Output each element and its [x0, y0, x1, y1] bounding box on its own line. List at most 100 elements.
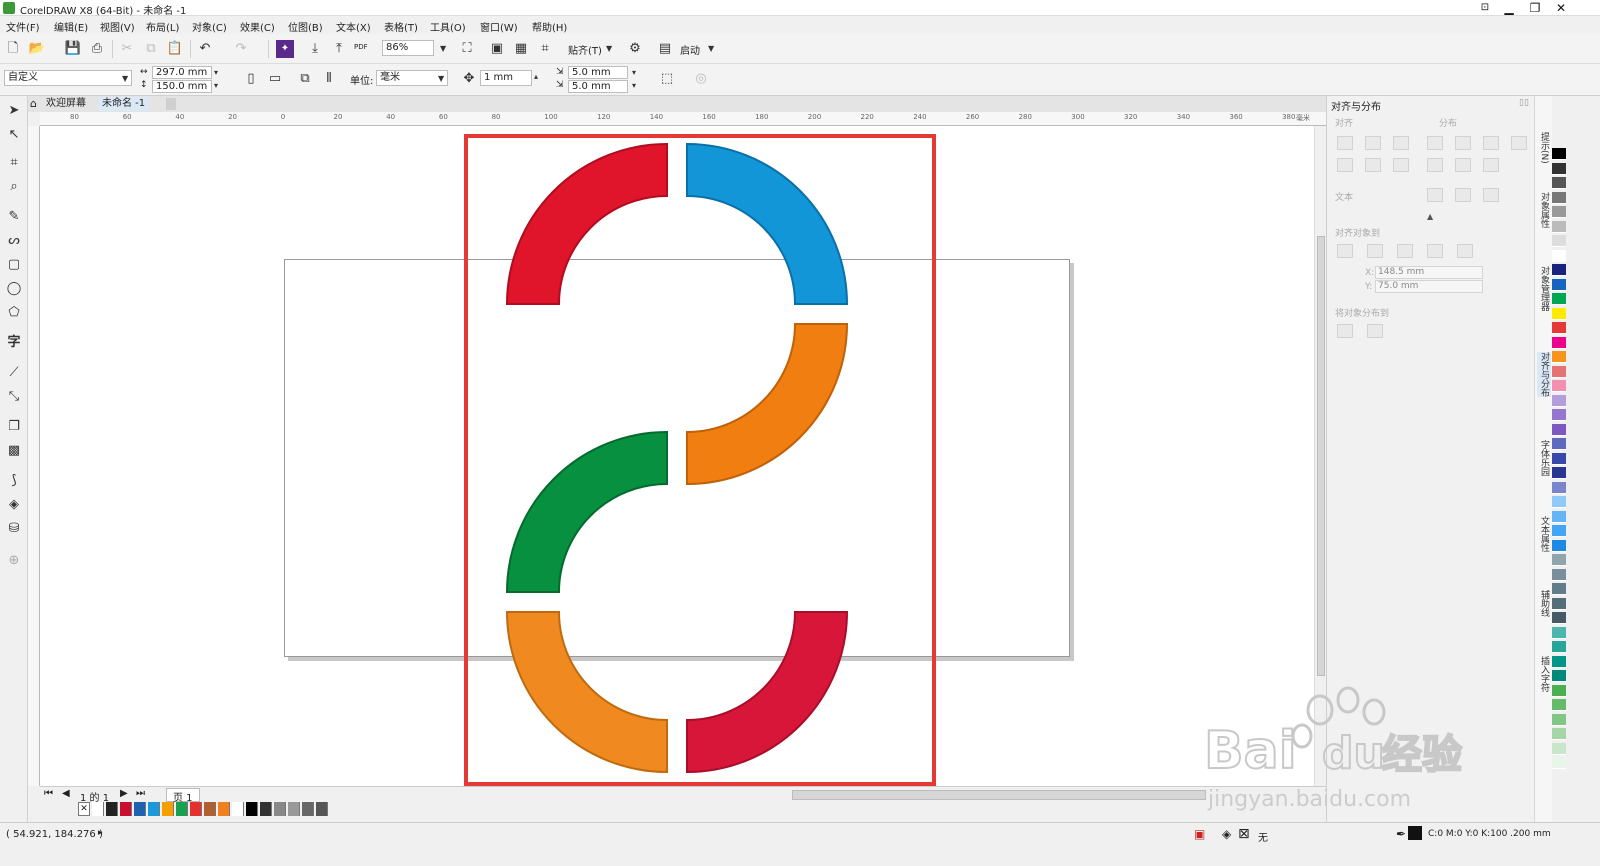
connector-tool-icon[interactable]: ⤡ — [5, 388, 23, 406]
menu-tools[interactable]: 工具(O) — [430, 19, 466, 34]
palette-swatch[interactable] — [1552, 612, 1566, 624]
color-proof-icon[interactable]: ▣ — [1194, 827, 1205, 841]
palette-swatch[interactable] — [1552, 655, 1566, 668]
interactive-fill-icon[interactable]: ◈ — [5, 496, 23, 514]
launch-icon[interactable]: ▤ — [656, 40, 674, 58]
palette-swatch[interactable] — [218, 802, 230, 816]
palette-swatch[interactable] — [1552, 699, 1566, 711]
guidelines-icon[interactable]: ⌗ — [536, 40, 554, 58]
drawing-canvas[interactable] — [40, 126, 1314, 786]
palette-swatch[interactable] — [1552, 322, 1566, 334]
distribute-right-icon[interactable] — [1483, 136, 1499, 150]
palette-swatch[interactable] — [1552, 742, 1566, 755]
shape-tool-icon[interactable]: ↖ — [5, 126, 23, 144]
text-tool-icon[interactable]: 字 — [5, 334, 23, 352]
chevron-right-icon[interactable]: ▸ — [98, 828, 103, 838]
palette-swatch[interactable] — [260, 802, 272, 816]
distribute-top-icon[interactable] — [1427, 158, 1443, 172]
chevron-down-icon[interactable]: ▼ — [440, 44, 446, 53]
chevron-down-icon[interactable]: ▾ — [632, 68, 636, 77]
chevron-down-icon[interactable]: ▾ — [214, 68, 218, 77]
ellipse-tool-icon[interactable]: ◯ — [5, 280, 23, 298]
outline-pen-icon[interactable]: ✒ — [1396, 827, 1406, 841]
pick-tool-icon[interactable]: ➤ — [5, 102, 23, 120]
corel-connect-icon[interactable]: ✦ — [276, 40, 294, 58]
launch-menu[interactable]: 启动 — [680, 42, 700, 57]
account-icon[interactable]: ⊡ — [1472, 0, 1498, 16]
distribute-middle-icon[interactable] — [1455, 158, 1471, 172]
menu-bitmap[interactable]: 位图(B) — [288, 19, 323, 34]
restore-button[interactable]: ❐ — [1522, 0, 1548, 16]
align-center-h-icon[interactable] — [1365, 136, 1381, 150]
palette-swatch[interactable] — [1552, 554, 1566, 566]
menu-view[interactable]: 视图(V) — [100, 19, 135, 34]
page-edge-icon[interactable] — [1367, 244, 1383, 258]
palette-swatch[interactable] — [162, 802, 174, 816]
chevron-down-icon[interactable]: ▼ — [438, 74, 444, 83]
options-gear-icon[interactable]: ⚙ — [626, 40, 644, 58]
text-line-icon[interactable] — [1455, 188, 1471, 202]
portrait-icon[interactable]: ▯ — [242, 70, 260, 88]
crop-tool-icon[interactable]: ⌗ — [5, 154, 23, 172]
palette-swatch[interactable] — [1552, 235, 1566, 247]
text-box-icon[interactable] — [1483, 188, 1499, 202]
minimize-button[interactable]: ▁ — [1496, 0, 1522, 16]
zoom-tool-icon[interactable]: ⌕ — [5, 178, 23, 196]
palette-swatch[interactable] — [1552, 539, 1566, 552]
tab-hints[interactable]: 提示(N) — [1537, 132, 1551, 164]
menu-effects[interactable]: 效果(C) — [240, 19, 275, 34]
palette-swatch[interactable] — [1552, 380, 1566, 392]
palette-swatch[interactable] — [134, 802, 146, 816]
palette-swatch[interactable] — [1552, 757, 1566, 769]
transparency-tool-icon[interactable]: ▩ — [5, 442, 23, 460]
vertical-scroll-thumb[interactable] — [1317, 236, 1325, 676]
distribute-to-selection-icon[interactable] — [1337, 324, 1353, 338]
undo-icon[interactable]: ↶ — [196, 40, 214, 58]
palette-swatch[interactable] — [148, 802, 160, 816]
eyedropper-tool-icon[interactable]: ⟆ — [5, 472, 23, 490]
page-prev-icon[interactable]: ◀ — [62, 788, 70, 799]
duplicate-x-field[interactable]: 5.0 mm — [568, 66, 628, 79]
fill-icon[interactable]: ◈ — [1222, 827, 1231, 841]
tab-object-manager[interactable]: 对象管理器 — [1537, 266, 1551, 311]
menu-table[interactable]: 表格(T) — [384, 19, 418, 34]
treat-as-filled-icon[interactable]: ◎ — [692, 70, 710, 88]
smart-fill-icon[interactable]: ⛁ — [5, 520, 23, 538]
no-color-swatch[interactable]: ✕ — [78, 802, 90, 816]
palette-swatch[interactable] — [246, 802, 258, 816]
palette-swatch[interactable] — [1552, 481, 1566, 494]
palette-swatch[interactable] — [1552, 452, 1566, 465]
export-icon[interactable]: ⤒ — [330, 40, 348, 58]
new-tab-icon[interactable] — [166, 98, 176, 110]
page-center-icon[interactable] — [1397, 244, 1413, 258]
chevron-down-icon[interactable]: ▾ — [214, 81, 218, 90]
palette-swatch[interactable] — [1552, 626, 1566, 639]
distribute-left-icon[interactable] — [1427, 136, 1443, 150]
page-last-icon[interactable]: ⏭ — [136, 788, 145, 799]
dimension-tool-icon[interactable]: ⟋ — [5, 364, 23, 382]
palette-swatch[interactable] — [1552, 713, 1566, 726]
import-icon[interactable]: ⤓ — [306, 40, 324, 58]
tab-font-playground[interactable]: 字体乐园 — [1537, 440, 1551, 476]
align-top-icon[interactable] — [1337, 158, 1353, 172]
palette-swatch[interactable] — [1552, 510, 1566, 523]
align-bottom-icon[interactable] — [1393, 158, 1409, 172]
drop-shadow-tool-icon[interactable]: ❐ — [5, 418, 23, 436]
align-left-icon[interactable] — [1337, 136, 1353, 150]
menu-layout[interactable]: 布局(L) — [146, 19, 179, 34]
horizontal-scroll-thumb[interactable] — [792, 790, 1206, 800]
palette-swatch[interactable] — [1552, 467, 1566, 479]
artistic-media-icon[interactable]: ᔕ — [5, 232, 23, 250]
palette-swatch[interactable] — [1552, 423, 1566, 436]
align-center-v-icon[interactable] — [1365, 158, 1381, 172]
palette-swatch[interactable] — [190, 802, 202, 816]
palette-swatch[interactable] — [1552, 293, 1566, 305]
export-pdf-icon[interactable]: PDF — [354, 43, 368, 51]
zoom-fit-icon[interactable]: ⛶ — [458, 40, 476, 58]
page-next-icon[interactable]: ▶ — [120, 788, 128, 799]
palette-swatch[interactable] — [1552, 351, 1566, 363]
menu-edit[interactable]: 编辑(E) — [54, 19, 88, 34]
palette-swatch[interactable] — [1552, 264, 1566, 276]
docker-collapse-icon[interactable]: ▯▯ — [1519, 98, 1529, 108]
palette-swatch[interactable] — [1552, 496, 1566, 508]
